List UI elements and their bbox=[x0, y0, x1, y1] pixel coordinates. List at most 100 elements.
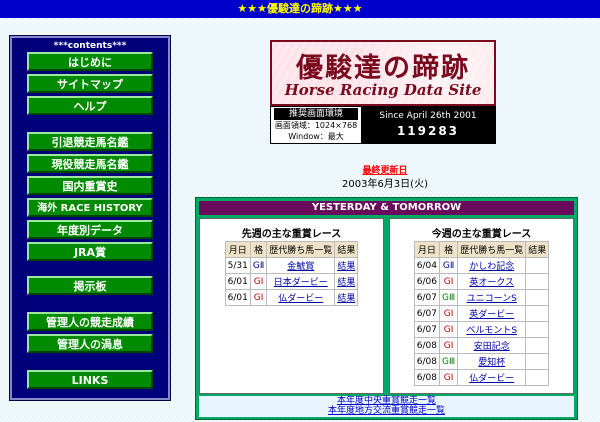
access-counter: 119283 bbox=[396, 124, 460, 138]
nav-overseas-race-history-button[interactable]: 海外 RACE HISTORY bbox=[27, 198, 153, 217]
race-result-link bbox=[526, 274, 549, 289]
nav-sitemap-button[interactable]: サイトマップ bbox=[27, 74, 153, 93]
nav-hajimeni-button[interactable]: はじめに bbox=[27, 52, 153, 71]
race-result-link[interactable]: 結果 bbox=[335, 274, 358, 289]
race-result-link bbox=[526, 258, 549, 273]
recommended-env-title: 推奨画面環境 bbox=[274, 108, 358, 120]
race-name-link[interactable]: 愛知杯 bbox=[458, 354, 526, 369]
race-date: 5/31 bbox=[225, 258, 250, 273]
last-week-table: 月日 格 歴代勝ち馬一覧 結果 5/31 GⅡ 金鯱賞 結果 6/01 GⅠ 日本ダービー結… bbox=[224, 241, 359, 306]
race-grade: GⅡ bbox=[250, 258, 267, 273]
table-header-row: 月日 格 歴代勝ち馬一覧 結果 bbox=[414, 242, 549, 257]
race-name-link[interactable]: ユニコーンS bbox=[458, 290, 526, 305]
this-week-table: 月日 格 歴代勝ち馬一覧 結果 6/04 GⅡ かしわ記念 6/06 GⅠ 英オークス 6/… bbox=[413, 241, 550, 386]
race-result-link bbox=[526, 370, 549, 385]
nav-admin-race-record-button[interactable]: 管理人の競走成績 bbox=[27, 312, 153, 331]
star-icons-left: ★★★ bbox=[237, 2, 267, 15]
race-name-link[interactable]: ベルモントS bbox=[458, 322, 526, 337]
since-text: Since April 26th 2001 bbox=[379, 111, 477, 121]
race-result-link[interactable]: 結果 bbox=[335, 290, 358, 305]
col-grade-header: 格 bbox=[250, 242, 267, 257]
this-week-column: 今週の主な重賞レース 月日 格 歴代勝ち馬一覧 結果 6/04 GⅡ かしわ記念 6/… bbox=[389, 218, 574, 394]
last-week-column: 先週の主な重賞レース 月日 格 歴代勝ち馬一覧 結果 5/31 GⅡ 金鯱賞 結果 6/… bbox=[199, 218, 384, 394]
yt-footer-links: 本年度中央重賞競走一覧 本年度地方交流重賞競走一覧 bbox=[199, 396, 574, 417]
race-name-link[interactable]: 金鯱賞 bbox=[267, 258, 335, 273]
last-updated-date: 2003年6月3日(火) bbox=[342, 179, 428, 190]
race-date: 6/01 bbox=[225, 290, 250, 305]
race-grade: GⅠ bbox=[440, 370, 458, 385]
site-logo: 優駿達の蹄跡 Horse Racing Data Site bbox=[270, 40, 496, 106]
env-resolution: 画面領域：1024×768 bbox=[274, 121, 358, 130]
race-name-link[interactable]: かしわ記念 bbox=[458, 258, 526, 273]
col-date-header: 月日 bbox=[414, 242, 439, 257]
race-date: 6/04 bbox=[414, 258, 439, 273]
nav-retired-horses-button[interactable]: 引退競走馬名鑑 bbox=[27, 132, 153, 151]
table-row: 6/01 GⅠ 仏ダービー 結果 bbox=[225, 290, 358, 305]
banner-title: 優駿達の蹄跡 bbox=[267, 2, 333, 15]
site-info-box: 推奨画面環境 画面領域：1024×768 Window：最大 Since Apr… bbox=[270, 106, 496, 144]
race-result-link bbox=[526, 322, 549, 337]
last-week-title: 先週の主な重賞レース bbox=[241, 229, 342, 240]
table-row: 6/06 GⅠ 英オークス bbox=[414, 274, 549, 289]
central-graded-list-link[interactable]: 本年度中央重賞競走一覧 bbox=[199, 396, 574, 406]
nav-jra-award-button[interactable]: JRA賞 bbox=[27, 242, 153, 261]
race-name-link[interactable]: 仏ダービー bbox=[267, 290, 335, 305]
race-name-link[interactable]: 仏ダービー bbox=[458, 370, 526, 385]
race-result-link bbox=[526, 338, 549, 353]
nav-help-button[interactable]: ヘルプ bbox=[27, 96, 153, 115]
table-row: 6/01 GⅠ 日本ダービー 結果 bbox=[225, 274, 358, 289]
table-row: 6/04 GⅡ かしわ記念 bbox=[414, 258, 549, 273]
nav-bbs-button[interactable]: 掲示板 bbox=[27, 276, 153, 295]
env-window: Window：最大 bbox=[288, 132, 344, 141]
nav-admin-news-button[interactable]: 管理人の渦息 bbox=[27, 334, 153, 353]
nav-links-button[interactable]: LINKS bbox=[27, 370, 153, 389]
race-date: 6/07 bbox=[414, 306, 439, 321]
site-banner: ★★★優駿達の蹄跡★★★ bbox=[0, 0, 600, 18]
col-result-header: 結果 bbox=[335, 242, 358, 257]
race-result-link bbox=[526, 306, 549, 321]
race-result-link[interactable]: 結果 bbox=[335, 258, 358, 273]
recommended-env-cell: 推奨画面環境 画面領域：1024×768 Window：最大 bbox=[271, 107, 361, 143]
race-grade: GⅡ bbox=[440, 258, 458, 273]
race-date: 6/08 bbox=[414, 338, 439, 353]
contents-sidebar: ***contents*** はじめに サイトマップ ヘルプ 引退競走馬名鑑 現… bbox=[9, 35, 171, 401]
race-grade: GⅠ bbox=[440, 274, 458, 289]
race-grade: GⅠ bbox=[250, 290, 267, 305]
this-week-title: 今週の主な重賞レース bbox=[431, 229, 532, 240]
table-header-row: 月日 格 歴代勝ち馬一覧 結果 bbox=[225, 242, 358, 257]
star-icons-right: ★★★ bbox=[333, 2, 363, 15]
race-date: 6/08 bbox=[414, 370, 439, 385]
race-grade: GⅠ bbox=[440, 338, 458, 353]
race-date: 6/07 bbox=[414, 290, 439, 305]
col-winner-header[interactable]: 歴代勝ち馬一覧 bbox=[458, 242, 526, 257]
nav-domestic-graded-history-button[interactable]: 国内重賞史 bbox=[27, 176, 153, 195]
col-grade-header: 格 bbox=[440, 242, 458, 257]
race-name-link[interactable]: 英オークス bbox=[458, 274, 526, 289]
local-graded-list-link[interactable]: 本年度地方交流重賞競走一覧 bbox=[199, 406, 574, 416]
race-date: 6/06 bbox=[414, 274, 439, 289]
col-result-header: 結果 bbox=[526, 242, 549, 257]
race-name-link[interactable]: 安田記念 bbox=[458, 338, 526, 353]
race-grade: GⅢ bbox=[440, 354, 458, 369]
race-result-link bbox=[526, 290, 549, 305]
since-cell: Since April 26th 2001 119283 bbox=[361, 107, 495, 143]
table-row: 6/07 GⅢ ユニコーンS bbox=[414, 290, 549, 305]
race-date: 6/07 bbox=[414, 322, 439, 337]
race-grade: GⅠ bbox=[250, 274, 267, 289]
table-row: 6/07 GⅠ ベルモントS bbox=[414, 322, 549, 337]
yesterday-tomorrow-panel: YESTERDAY & TOMORROW 先週の主な重賞レース 月日 格 歴代勝… bbox=[195, 197, 578, 420]
nav-yearly-data-button[interactable]: 年度別データ bbox=[27, 220, 153, 239]
table-row: 6/08 GⅠ 安田記念 bbox=[414, 338, 549, 353]
race-date: 6/01 bbox=[225, 274, 250, 289]
nav-active-horses-button[interactable]: 現役競走馬名鑑 bbox=[27, 154, 153, 173]
yt-header: YESTERDAY & TOMORROW bbox=[199, 201, 574, 215]
table-row: 6/07 GⅠ 英ダービー bbox=[414, 306, 549, 321]
race-name-link[interactable]: 日本ダービー bbox=[267, 274, 335, 289]
logo-japanese-title: 優駿達の蹄跡 bbox=[296, 53, 470, 84]
race-grade: GⅠ bbox=[440, 322, 458, 337]
race-grade: GⅠ bbox=[440, 306, 458, 321]
table-row: 5/31 GⅡ 金鯱賞 結果 bbox=[225, 258, 358, 273]
race-name-link[interactable]: 英ダービー bbox=[458, 306, 526, 321]
sidebar-title: ***contents*** bbox=[53, 41, 127, 51]
col-winner-header[interactable]: 歴代勝ち馬一覧 bbox=[267, 242, 335, 257]
